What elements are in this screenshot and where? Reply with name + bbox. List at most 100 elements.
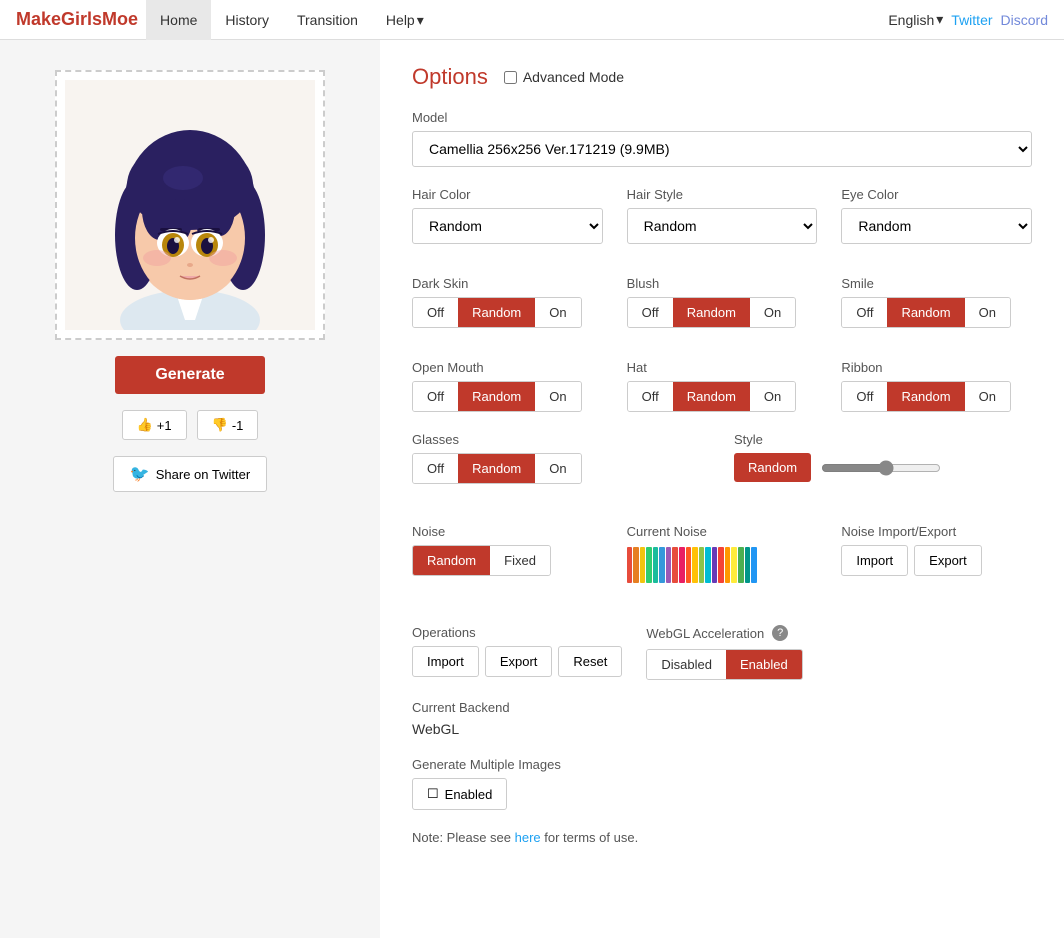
nav-right: English ▾ Twitter Discord <box>888 11 1048 28</box>
blush-random[interactable]: Random <box>673 298 750 327</box>
character-image <box>65 80 315 330</box>
dark-skin-on[interactable]: On <box>535 298 580 327</box>
smile-random[interactable]: Random <box>887 298 964 327</box>
model-select[interactable]: Camellia 256x256 Ver.171219 (9.9MB) <box>412 131 1032 167</box>
model-label: Model <box>412 110 1032 125</box>
style-slider[interactable] <box>821 460 941 476</box>
nav-twitter-link[interactable]: Twitter <box>951 12 992 28</box>
advanced-mode-toggle[interactable]: Advanced Mode <box>504 69 624 85</box>
noise-toggle: Random Fixed <box>412 545 551 576</box>
style-random-btn[interactable]: Random <box>734 453 811 482</box>
nav-history[interactable]: History <box>211 0 283 40</box>
ribbon-toggle: Off Random On <box>841 381 1011 412</box>
open-mouth-label: Open Mouth <box>412 360 603 375</box>
hat-label: Hat <box>627 360 818 375</box>
mouth-random[interactable]: Random <box>458 382 535 411</box>
noise-import-button[interactable]: Import <box>841 545 908 576</box>
navbar: MakeGirlsMoe Home History Transition Hel… <box>0 0 1064 40</box>
thumbs-up-icon: 👍 <box>137 417 153 433</box>
dark-skin-random[interactable]: Random <box>458 298 535 327</box>
smile-toggle: Off Random On <box>841 297 1011 328</box>
open-mouth-group: Open Mouth Off Random On <box>412 360 603 412</box>
glasses-random[interactable]: Random <box>458 454 535 483</box>
eye-color-select[interactable]: Random <box>841 208 1032 244</box>
terms-link[interactable]: here <box>515 830 541 845</box>
blush-toggle: Off Random On <box>627 297 797 328</box>
blush-off[interactable]: Off <box>628 298 673 327</box>
share-twitter-button[interactable]: 🐦 Share on Twitter <box>113 456 267 492</box>
noise-grid: Noise Random Fixed Current Noise Noise I… <box>412 524 1032 605</box>
dark-skin-off[interactable]: Off <box>413 298 458 327</box>
model-group: Model Camellia 256x256 Ver.171219 (9.9MB… <box>412 110 1032 167</box>
hair-style-select[interactable]: Random <box>627 208 818 244</box>
hair-color-select[interactable]: Random <box>412 208 603 244</box>
mouth-hat-ribbon-grid: Open Mouth Off Random On Hat Off Random … <box>412 360 1032 432</box>
smile-on[interactable]: On <box>965 298 1010 327</box>
language-selector[interactable]: English ▾ <box>888 11 943 28</box>
operations-export-button[interactable]: Export <box>485 646 553 677</box>
hat-toggle: Off Random On <box>627 381 797 412</box>
glasses-off[interactable]: Off <box>413 454 458 483</box>
nav-discord-link[interactable]: Discord <box>1001 12 1048 28</box>
ribbon-on[interactable]: On <box>965 382 1010 411</box>
noise-label: Noise <box>412 524 603 539</box>
webgl-label: WebGL Acceleration <box>646 626 764 641</box>
upvote-button[interactable]: 👍 +1 <box>122 410 187 440</box>
nav-home[interactable]: Home <box>146 0 211 40</box>
nav-transition[interactable]: Transition <box>283 0 372 40</box>
smile-group: Smile Off Random On <box>841 276 1032 328</box>
generate-multiple-button[interactable]: ☐ Enabled <box>412 778 507 810</box>
operations-label: Operations <box>412 625 622 640</box>
skin-blush-smile-grid: Dark Skin Off Random On Blush Off Random… <box>412 276 1032 348</box>
hat-off[interactable]: Off <box>628 382 673 411</box>
blush-on[interactable]: On <box>750 298 795 327</box>
operations-import-button[interactable]: Import <box>412 646 479 677</box>
webgl-help-icon[interactable]: ? <box>772 625 788 641</box>
hair-style-group: Hair Style Random <box>627 187 818 244</box>
hair-color-group: Hair Color Random <box>412 187 603 244</box>
webgl-disabled-btn[interactable]: Disabled <box>647 650 726 679</box>
glasses-label: Glasses <box>412 432 710 447</box>
nav-help[interactable]: Help ▾ <box>372 0 438 40</box>
noise-preview <box>627 545 818 585</box>
blush-group: Blush Off Random On <box>627 276 818 328</box>
hair-style-label: Hair Style <box>627 187 818 202</box>
noise-fixed-btn[interactable]: Fixed <box>490 546 550 575</box>
nav-links: Home History Transition Help ▾ <box>146 0 438 40</box>
note-text: Note: Please see here for terms of use. <box>412 830 1032 845</box>
mouth-off[interactable]: Off <box>413 382 458 411</box>
webgl-group: WebGL Acceleration ? Disabled Enabled <box>646 625 827 680</box>
current-noise-group: Current Noise <box>627 524 818 585</box>
glasses-toggle: Off Random On <box>412 453 582 484</box>
checkbox-icon: ☐ <box>427 786 439 802</box>
brand-logo: MakeGirlsMoe <box>16 9 138 30</box>
hat-group: Hat Off Random On <box>627 360 818 412</box>
noise-random-btn[interactable]: Random <box>413 546 490 575</box>
options-header: Options Advanced Mode <box>412 64 1032 90</box>
generate-button[interactable]: Generate <box>115 356 264 394</box>
webgl-enabled-btn[interactable]: Enabled <box>726 650 802 679</box>
eye-color-group: Eye Color Random <box>841 187 1032 244</box>
generate-multiple-label: Generate Multiple Images <box>412 757 1032 772</box>
character-preview-box <box>55 70 325 340</box>
downvote-button[interactable]: 👎 -1 <box>197 410 259 440</box>
advanced-mode-checkbox[interactable] <box>504 71 517 84</box>
hat-on[interactable]: On <box>750 382 795 411</box>
webgl-label-row: WebGL Acceleration ? <box>646 625 827 641</box>
hat-random[interactable]: Random <box>673 382 750 411</box>
options-title: Options <box>412 64 488 90</box>
ribbon-random[interactable]: Random <box>887 382 964 411</box>
ribbon-off[interactable]: Off <box>842 382 887 411</box>
generate-multiple-group: Generate Multiple Images ☐ Enabled <box>412 757 1032 810</box>
operations-reset-button[interactable]: Reset <box>558 646 622 677</box>
glasses-on[interactable]: On <box>535 454 580 483</box>
twitter-bird-icon: 🐦 <box>130 464 150 484</box>
style-group: Style Random <box>734 432 1032 484</box>
help-dropdown-icon: ▾ <box>417 0 424 40</box>
dark-skin-label: Dark Skin <box>412 276 603 291</box>
operations-buttons: Import Export Reset <box>412 646 622 677</box>
noise-import-export-group: Noise Import/Export Import Export <box>841 524 1032 585</box>
smile-off[interactable]: Off <box>842 298 887 327</box>
mouth-on[interactable]: On <box>535 382 580 411</box>
noise-export-button[interactable]: Export <box>914 545 982 576</box>
